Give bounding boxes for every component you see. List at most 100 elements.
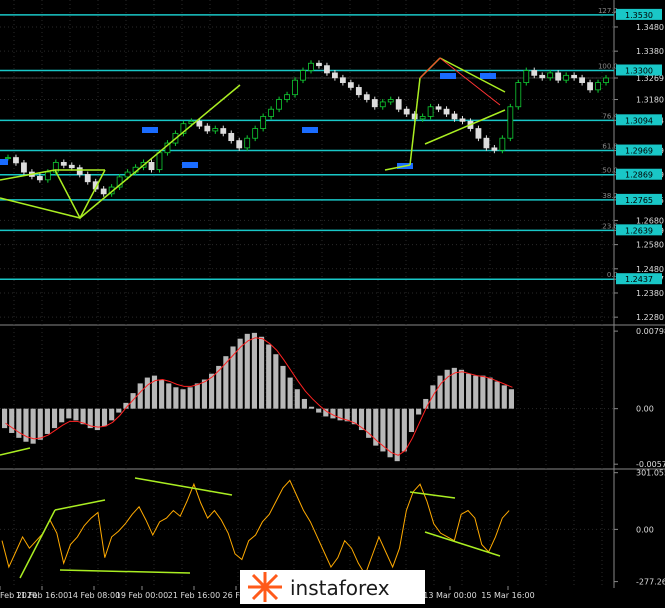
candle-body [451,113,458,120]
fib-level-label: 61.8 [602,143,618,151]
candle-body [403,108,410,115]
price-tick-label: 1.3480 [636,23,664,32]
candle-body [276,99,282,110]
candle-body [555,72,562,81]
osma-bar [466,373,472,409]
candle-body [491,147,498,151]
watermark-logo-icon [248,572,282,602]
candle-body [324,65,330,74]
time-tick-label: 19 Feb 00:00 [116,591,168,600]
time-tick-label: 14 Feb 08:00 [68,591,120,600]
candle-body [395,99,402,110]
price-tick-label: 1.2680 [636,216,664,225]
candle-body [332,72,338,79]
watermark-text: instaforex [290,576,390,600]
candle-body [196,120,203,127]
osma-bar [480,375,486,409]
osma-bar [130,393,136,409]
osma-bar [494,381,500,409]
osma-bar [316,408,322,413]
fib-level-label: 127.2 [598,7,618,15]
candle-body [308,62,314,71]
candle-body [427,106,434,117]
osma-bar [180,389,186,409]
osma-bar [294,389,300,409]
fib-price-label: 1.2969 [625,147,653,156]
osma-bar [437,375,443,409]
time-tick-label: 11 Feb 16:00 [16,591,68,600]
time-tick-label: 13 Mar 00:00 [423,591,476,600]
osma-bar [280,365,286,409]
osma-bar [66,408,72,419]
osma-bar [137,383,143,409]
candle-body [435,106,442,110]
osma-tick-label: 0.00 [636,405,654,414]
candle-body [371,99,378,108]
swing-marker [302,127,318,133]
candle-body [260,116,267,129]
price-tick-label: 1.3380 [636,47,664,56]
candle-body [44,171,51,181]
candle-body [244,137,251,149]
fib-price-label: 1.2639 [625,226,653,235]
candle-body [268,108,275,117]
fib-price-label: 1.3094 [625,116,653,125]
candle-body [515,82,522,108]
osma-bar [144,377,150,409]
candle-body [5,157,11,159]
candle-body [148,161,155,171]
fib-level-label: 38.2 [602,192,618,200]
osma-bar [201,379,208,409]
candle-body [339,77,346,83]
cci-tick-label: 301.0559 [636,469,665,478]
candle-body [347,82,354,88]
candle-body [156,152,163,171]
candle-body [204,125,211,132]
candle-body [459,118,466,122]
candle-body [419,116,426,120]
osma-bar [501,385,507,409]
cci-tick-label: 0.00 [636,525,654,534]
osma-bar [80,408,86,425]
candle-body [563,74,570,81]
candle-body [571,74,578,79]
fib-price-label: 1.3300 [625,67,653,76]
fib-price-label: 1.2437 [625,275,653,284]
osma-bar [194,383,200,409]
chart-canvas: 127.2100.076.461.850.038.223.60.0 1.3480… [0,0,665,604]
osma-bar [37,408,43,440]
osma-bar [159,379,165,409]
osma-bar [301,398,307,409]
watermark: instaforex [240,570,425,604]
candle-body [36,176,43,181]
osma-bar [101,408,108,427]
osma-bar [59,408,65,423]
candle-body [443,108,450,115]
swing-marker [480,73,496,79]
swing-marker [440,73,456,79]
candle-body [284,94,290,100]
candle-body [252,128,259,139]
price-tick-label: 1.2480 [636,265,664,274]
candle-body [316,62,322,67]
candle-body [379,101,386,108]
candle-body [579,77,585,83]
chart-stage: 127.2 100.0 76.4 61.8 50.0 38.2 23.6 0.0 1.3480… [0,0,665,604]
osma-bar [401,408,407,452]
osma-bar [223,356,229,409]
fib-level-label: 50.0 [602,167,618,175]
candle-body [387,99,394,103]
candle-body [523,70,530,83]
candle-body [355,87,362,96]
candle-body [13,157,19,164]
price-tick-label: 1.2580 [636,241,664,250]
price-tick-label: 1.2380 [636,289,664,298]
osma-tick-label: 0.00798 [636,327,665,336]
candle-body [363,94,370,100]
time-tick-label: 15 Mar 16:00 [481,591,534,600]
candle-body [228,132,235,142]
candle-body [300,70,306,81]
osma-bar [430,385,436,409]
swing-marker [0,159,8,165]
candle-body [292,79,298,96]
